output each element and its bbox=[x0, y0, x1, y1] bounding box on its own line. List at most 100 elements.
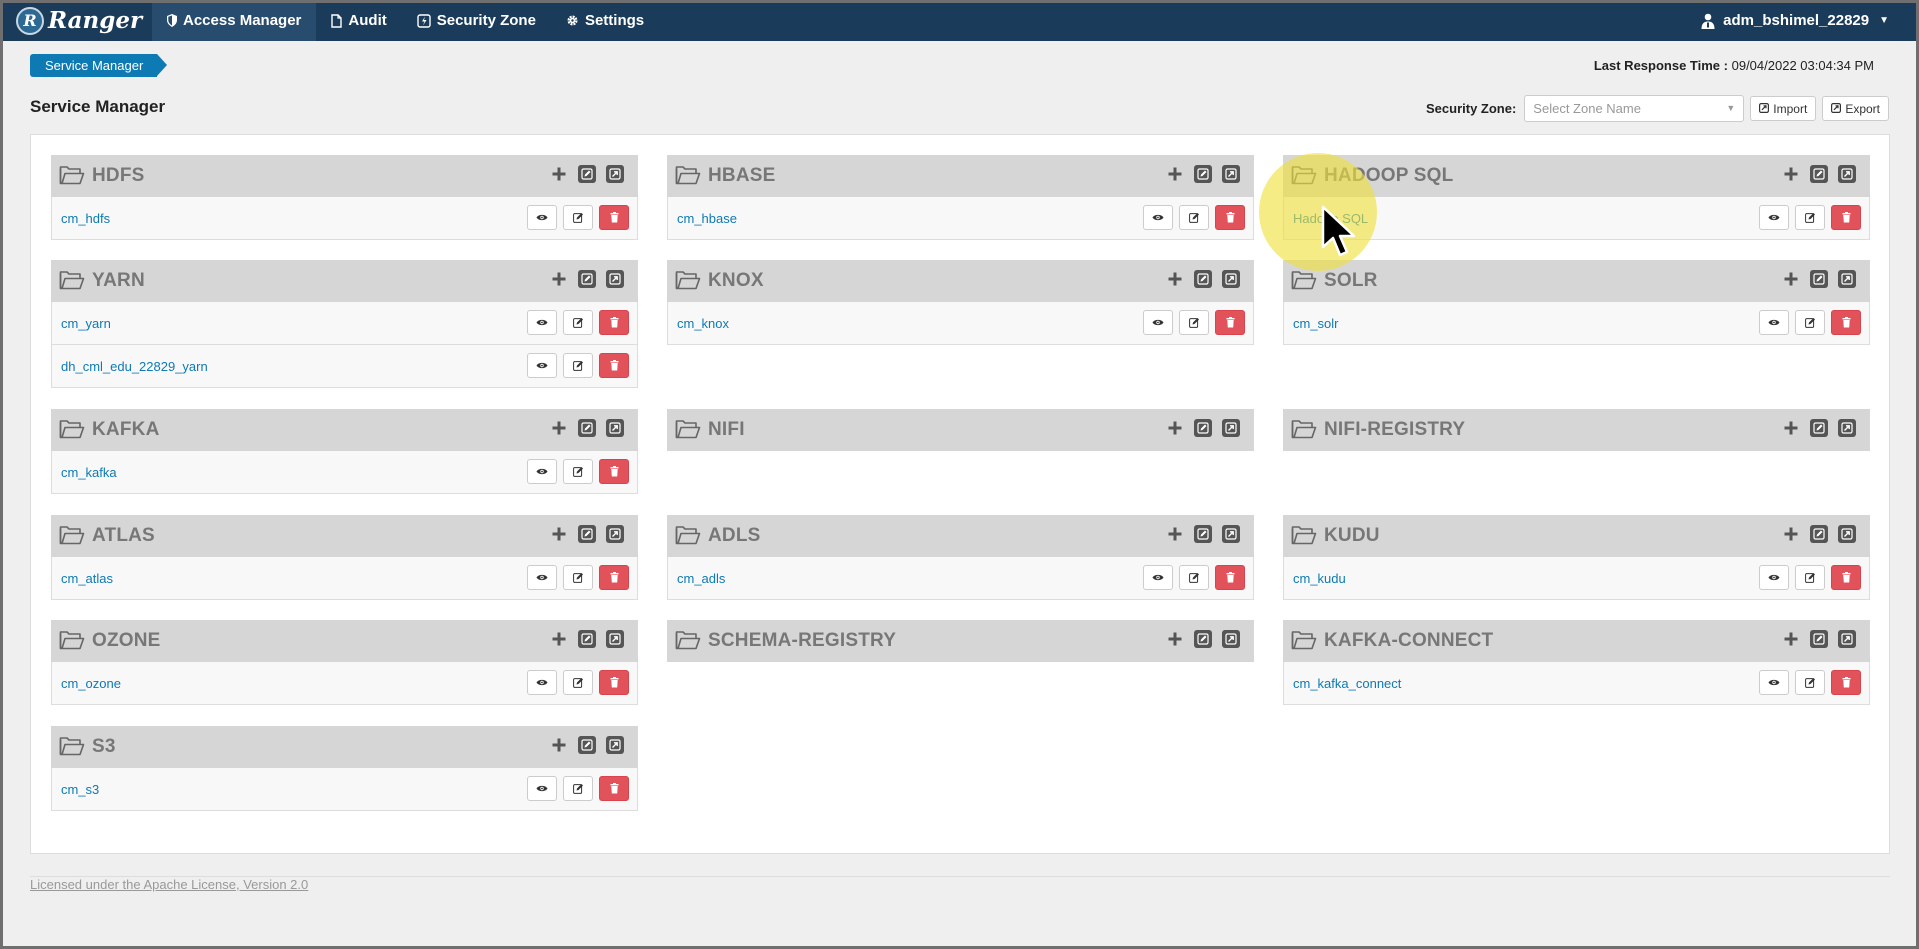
edit-service-button[interactable] bbox=[1179, 565, 1209, 590]
add-service-icon[interactable] bbox=[1166, 165, 1184, 183]
add-service-icon[interactable] bbox=[1782, 270, 1800, 288]
edit-service-type-icon[interactable] bbox=[578, 736, 596, 754]
view-service-button[interactable] bbox=[527, 353, 557, 378]
edit-service-button[interactable] bbox=[563, 670, 593, 695]
view-service-button[interactable] bbox=[1759, 205, 1789, 230]
add-service-icon[interactable] bbox=[550, 630, 568, 648]
add-service-icon[interactable] bbox=[550, 419, 568, 437]
edit-service-button[interactable] bbox=[563, 565, 593, 590]
add-service-icon[interactable] bbox=[1782, 165, 1800, 183]
view-service-button[interactable] bbox=[527, 565, 557, 590]
export-button[interactable]: Export bbox=[1822, 96, 1889, 121]
edit-service-type-icon[interactable] bbox=[1194, 165, 1212, 183]
edit-service-type-icon[interactable] bbox=[1810, 419, 1828, 437]
delete-service-button[interactable] bbox=[599, 565, 629, 590]
import-export-icon[interactable] bbox=[606, 525, 624, 543]
edit-service-button[interactable] bbox=[563, 310, 593, 335]
view-service-button[interactable] bbox=[527, 776, 557, 801]
view-service-button[interactable] bbox=[527, 310, 557, 335]
edit-service-button[interactable] bbox=[1795, 565, 1825, 590]
edit-service-button[interactable] bbox=[563, 459, 593, 484]
edit-service-button[interactable] bbox=[563, 776, 593, 801]
import-export-icon[interactable] bbox=[1838, 630, 1856, 648]
view-service-button[interactable] bbox=[1759, 565, 1789, 590]
service-link[interactable]: cm_kafka_connect bbox=[1293, 676, 1401, 691]
import-export-icon[interactable] bbox=[1222, 270, 1240, 288]
service-link[interactable]: cm_atlas bbox=[61, 571, 113, 586]
delete-service-button[interactable] bbox=[1831, 205, 1861, 230]
edit-service-type-icon[interactable] bbox=[1810, 525, 1828, 543]
view-service-button[interactable] bbox=[1759, 670, 1789, 695]
edit-service-button[interactable] bbox=[563, 205, 593, 230]
view-service-button[interactable] bbox=[1143, 310, 1173, 335]
edit-service-type-icon[interactable] bbox=[578, 630, 596, 648]
nav-security-zone[interactable]: Security Zone bbox=[402, 0, 551, 41]
edit-service-type-icon[interactable] bbox=[1194, 630, 1212, 648]
brand[interactable]: R Ranger bbox=[0, 0, 152, 41]
edit-service-type-icon[interactable] bbox=[1810, 630, 1828, 648]
add-service-icon[interactable] bbox=[550, 736, 568, 754]
import-button[interactable]: Import bbox=[1750, 96, 1817, 121]
license-link[interactable]: Licensed under the Apache License, Versi… bbox=[30, 877, 308, 892]
import-export-icon[interactable] bbox=[1222, 525, 1240, 543]
service-link[interactable]: cm_s3 bbox=[61, 782, 99, 797]
service-link[interactable]: dh_cml_edu_22829_yarn bbox=[61, 359, 208, 374]
add-service-icon[interactable] bbox=[1166, 525, 1184, 543]
edit-service-type-icon[interactable] bbox=[578, 165, 596, 183]
import-export-icon[interactable] bbox=[1838, 270, 1856, 288]
add-service-icon[interactable] bbox=[1782, 630, 1800, 648]
import-export-icon[interactable] bbox=[606, 736, 624, 754]
nav-audit[interactable]: Audit bbox=[316, 0, 401, 41]
import-export-icon[interactable] bbox=[1838, 165, 1856, 183]
edit-service-button[interactable] bbox=[1179, 310, 1209, 335]
edit-service-type-icon[interactable] bbox=[1810, 165, 1828, 183]
edit-service-button[interactable] bbox=[1795, 670, 1825, 695]
view-service-button[interactable] bbox=[1143, 565, 1173, 590]
delete-service-button[interactable] bbox=[599, 310, 629, 335]
add-service-icon[interactable] bbox=[1166, 270, 1184, 288]
add-service-icon[interactable] bbox=[1782, 525, 1800, 543]
nav-settings[interactable]: Settings bbox=[551, 0, 659, 41]
service-link[interactable]: cm_ozone bbox=[61, 676, 121, 691]
delete-service-button[interactable] bbox=[1215, 310, 1245, 335]
edit-service-type-icon[interactable] bbox=[578, 270, 596, 288]
edit-service-type-icon[interactable] bbox=[1194, 419, 1212, 437]
view-service-button[interactable] bbox=[527, 670, 557, 695]
add-service-icon[interactable] bbox=[1782, 419, 1800, 437]
service-link[interactable]: cm_kafka bbox=[61, 465, 117, 480]
view-service-button[interactable] bbox=[527, 205, 557, 230]
service-link[interactable]: cm_knox bbox=[677, 316, 729, 331]
edit-service-button[interactable] bbox=[1795, 310, 1825, 335]
add-service-icon[interactable] bbox=[550, 525, 568, 543]
import-export-icon[interactable] bbox=[606, 165, 624, 183]
delete-service-button[interactable] bbox=[1831, 310, 1861, 335]
delete-service-button[interactable] bbox=[599, 459, 629, 484]
import-export-icon[interactable] bbox=[606, 270, 624, 288]
delete-service-button[interactable] bbox=[599, 205, 629, 230]
add-service-icon[interactable] bbox=[550, 270, 568, 288]
import-export-icon[interactable] bbox=[1222, 165, 1240, 183]
delete-service-button[interactable] bbox=[599, 776, 629, 801]
service-link[interactable]: cm_yarn bbox=[61, 316, 111, 331]
edit-service-button[interactable] bbox=[1179, 205, 1209, 230]
view-service-button[interactable] bbox=[1143, 205, 1173, 230]
delete-service-button[interactable] bbox=[1831, 670, 1861, 695]
edit-service-type-icon[interactable] bbox=[578, 419, 596, 437]
view-service-button[interactable] bbox=[1759, 310, 1789, 335]
edit-service-type-icon[interactable] bbox=[578, 525, 596, 543]
security-zone-select[interactable]: Select Zone Name ▼ bbox=[1524, 95, 1745, 122]
delete-service-button[interactable] bbox=[1215, 205, 1245, 230]
delete-service-button[interactable] bbox=[599, 670, 629, 695]
edit-service-type-icon[interactable] bbox=[1194, 525, 1212, 543]
edit-service-button[interactable] bbox=[1795, 205, 1825, 230]
delete-service-button[interactable] bbox=[599, 353, 629, 378]
service-link[interactable]: cm_hdfs bbox=[61, 211, 110, 226]
import-export-icon[interactable] bbox=[606, 419, 624, 437]
delete-service-button[interactable] bbox=[1831, 565, 1861, 590]
edit-service-button[interactable] bbox=[563, 353, 593, 378]
add-service-icon[interactable] bbox=[1166, 630, 1184, 648]
add-service-icon[interactable] bbox=[550, 165, 568, 183]
service-link[interactable]: cm_solr bbox=[1293, 316, 1339, 331]
user-menu[interactable]: adm_bshimel_22829 ▼ bbox=[1701, 0, 1889, 41]
service-link[interactable]: cm_adls bbox=[677, 571, 725, 586]
